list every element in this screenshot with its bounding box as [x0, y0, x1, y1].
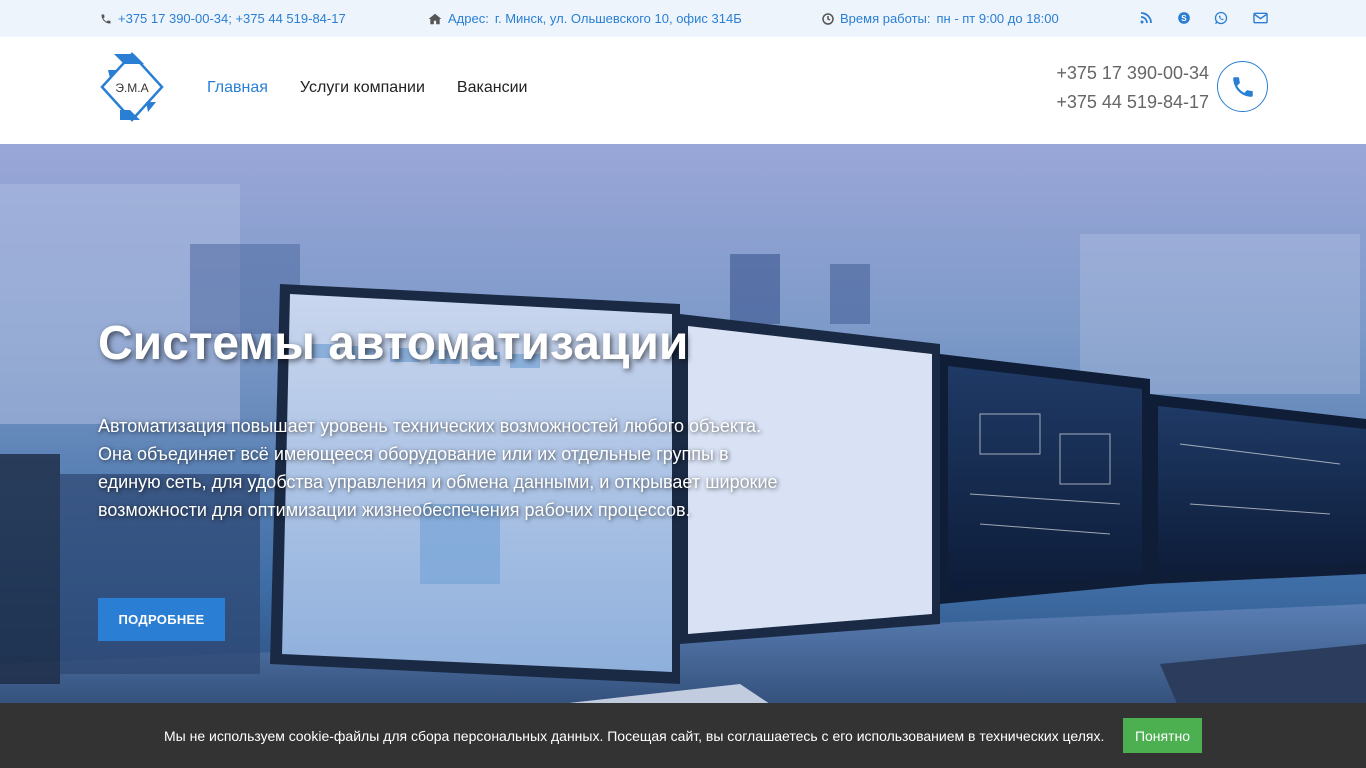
- nav-item-vacancies[interactable]: Вакансии: [457, 79, 528, 97]
- address-text: г. Минск, ул. Ольшевского 10, офис 314Б: [494, 11, 742, 26]
- hours-text: пн - пт 9:00 до 18:00: [936, 11, 1059, 26]
- skype-icon[interactable]: S: [1176, 10, 1192, 26]
- clock-icon: [822, 12, 834, 25]
- rss-icon[interactable]: [1138, 10, 1154, 26]
- nav-item-home[interactable]: Главная: [207, 79, 268, 97]
- nav-item-services[interactable]: Услуги компании: [300, 79, 425, 97]
- address-label: Адрес:: [448, 11, 489, 26]
- home-icon: [428, 13, 442, 24]
- hero-title: Системы автоматизации: [98, 317, 689, 370]
- hours-label: Время работы:: [840, 11, 931, 26]
- top-info-bar: +375 17 390-00-34; +375 44 519-84-17 Адр…: [0, 0, 1366, 37]
- header-phone-1[interactable]: +375 17 390-00-34: [1056, 59, 1209, 88]
- topbar-hours: Время работы: пн - пт 9:00 до 18:00: [822, 11, 1059, 26]
- svg-text:S: S: [1181, 14, 1187, 23]
- topbar-phones-text[interactable]: +375 17 390-00-34; +375 44 519-84-17: [118, 11, 346, 26]
- hero-description: Автоматизация повышает уровень техническ…: [98, 416, 778, 520]
- header-phone-2[interactable]: +375 44 519-84-17: [1056, 88, 1209, 117]
- more-button[interactable]: ПОДРОБНЕЕ: [98, 598, 225, 641]
- envelope-icon[interactable]: [1252, 10, 1268, 26]
- whatsapp-icon[interactable]: [1213, 10, 1229, 26]
- phone-icon: [101, 14, 111, 23]
- cookie-accept-button[interactable]: Понятно: [1123, 718, 1202, 753]
- site-header: Э.М.А Главная Услуги компании Вакансии +…: [0, 37, 1366, 144]
- main-nav: Главная Услуги компании Вакансии: [207, 79, 559, 97]
- company-logo[interactable]: Э.М.А: [100, 50, 164, 124]
- cookie-banner: Мы не используем cookie-файлы для сбора …: [0, 703, 1366, 768]
- cookie-text: Мы не используем cookie-файлы для сбора …: [164, 728, 1105, 744]
- header-phones: +375 17 390-00-34 +375 44 519-84-17: [1056, 59, 1209, 117]
- hero-banner: Системы автоматизации Автоматизация повы…: [0, 144, 1366, 768]
- phone-icon: [1232, 76, 1253, 97]
- call-button[interactable]: [1217, 61, 1268, 112]
- logo-text: Э.М.А: [115, 81, 148, 95]
- topbar-address: Адрес: г. Минск, ул. Ольшевского 10, офи…: [428, 11, 742, 26]
- topbar-phones[interactable]: +375 17 390-00-34; +375 44 519-84-17: [100, 11, 346, 26]
